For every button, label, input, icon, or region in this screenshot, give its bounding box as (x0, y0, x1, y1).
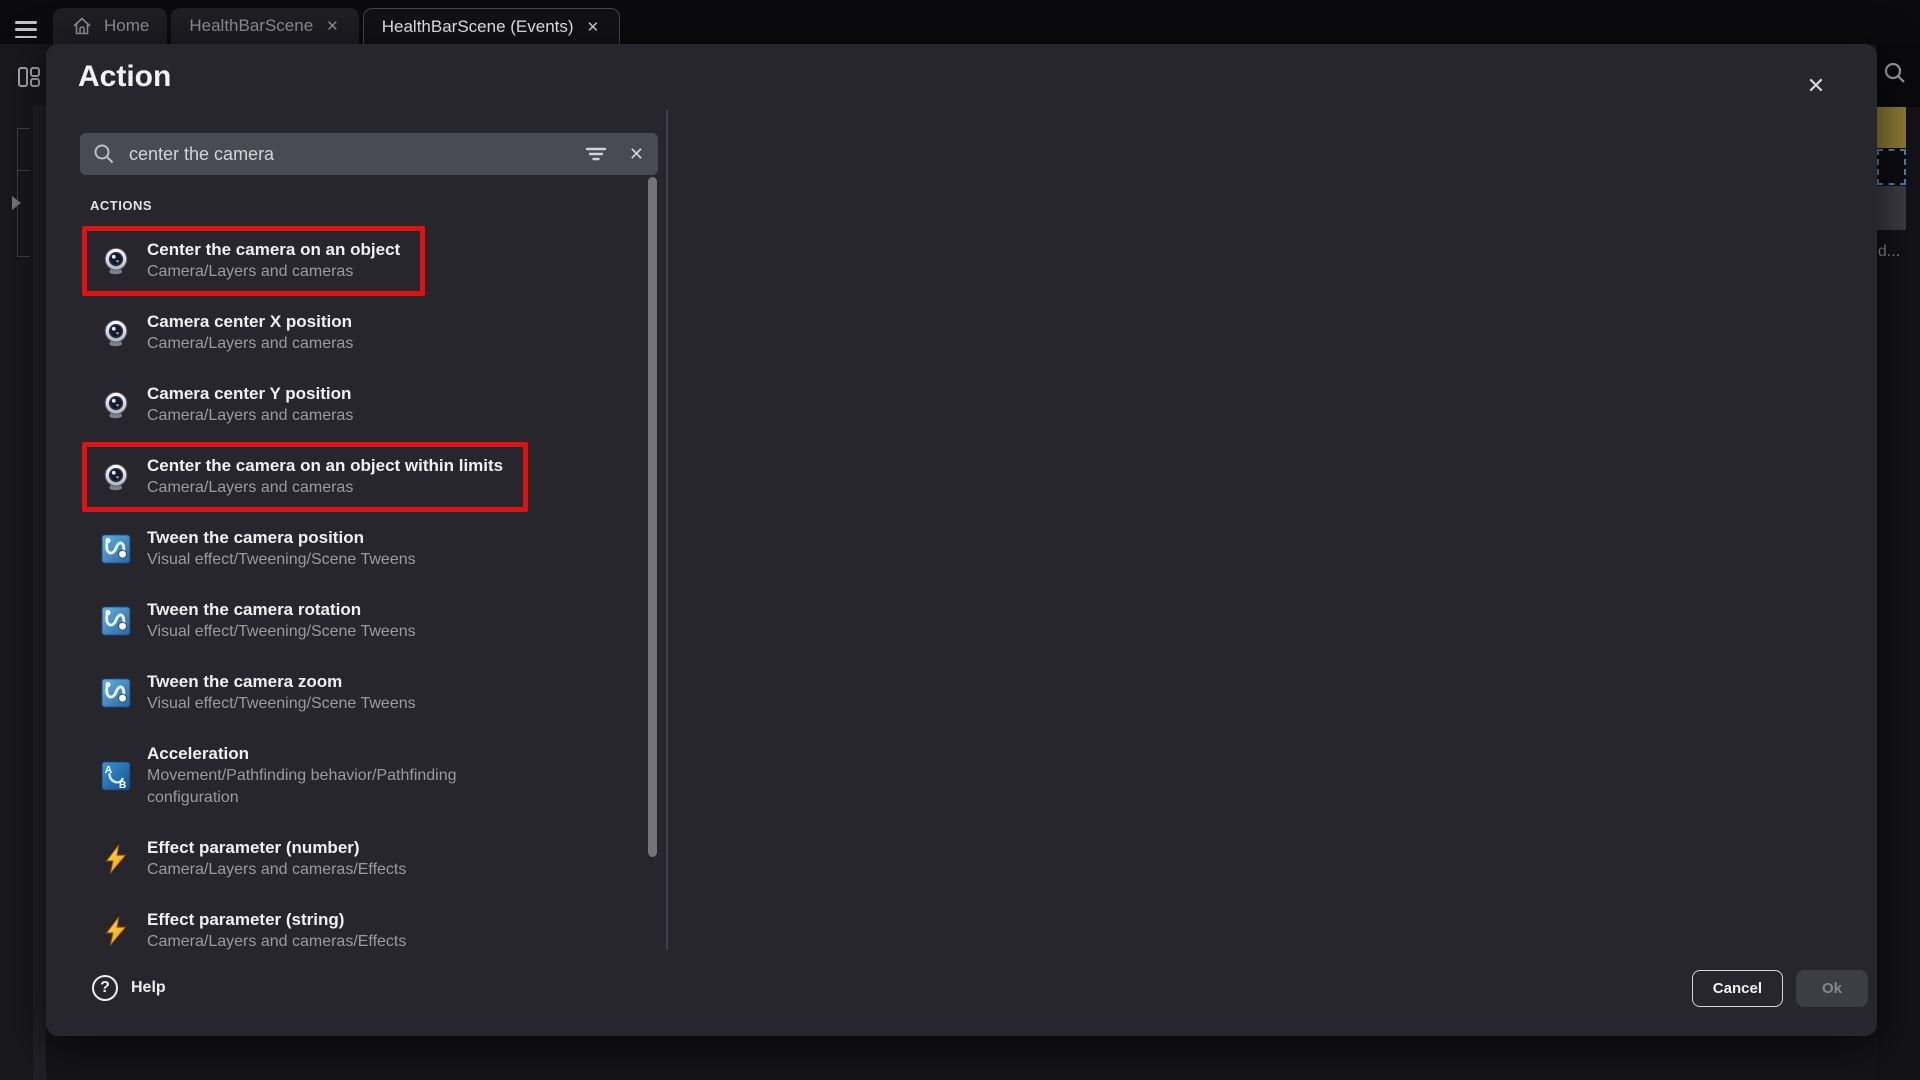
effect-icon (101, 916, 131, 946)
clear-search-icon[interactable]: ✕ (629, 144, 644, 165)
webcam-icon (101, 318, 131, 348)
action-item[interactable]: Tween the camera zoomVisual effect/Tween… (80, 658, 642, 728)
panels-icon[interactable] (16, 64, 42, 95)
action-item-title: Acceleration (147, 743, 545, 765)
action-item[interactable]: Tween the camera positionVisual effect/T… (80, 514, 642, 584)
event-tree-line (17, 128, 18, 257)
action-item-title: Center the camera on an object (147, 239, 400, 261)
help-icon: ? (92, 975, 118, 1001)
section-header: ACTIONS (90, 198, 642, 213)
action-item-subtitle: Camera/Layers and cameras (147, 477, 503, 499)
top-bar: HomeHealthBarScene✕HealthBarScene (Event… (0, 0, 1920, 44)
help-button[interactable]: ? Help (92, 975, 166, 1001)
tab-strip: HomeHealthBarScene✕HealthBarScene (Event… (53, 8, 624, 44)
action-item[interactable]: Effect parameter (number)Camera/Layers a… (80, 824, 642, 894)
action-item[interactable]: Camera center Y positionCamera/Layers an… (80, 370, 642, 440)
event-tree-tick (17, 256, 30, 257)
ok-button[interactable]: Ok (1796, 970, 1868, 1007)
action-item-title: Effect parameter (number) (147, 837, 406, 859)
action-item-title: Center the camera on an object within li… (147, 455, 503, 477)
tween-icon (101, 678, 131, 708)
action-item-subtitle: Visual effect/Tweening/Scene Tweens (147, 621, 416, 643)
selected-object-outline[interactable] (1877, 149, 1906, 185)
action-item-subtitle: Camera/Layers and cameras (147, 405, 353, 427)
events-panel-edge (33, 105, 46, 1080)
list-scrollbar[interactable] (648, 177, 657, 857)
action-item-subtitle: Camera/Layers and cameras (147, 261, 400, 283)
action-item-subtitle: Visual effect/Tweening/Scene Tweens (147, 549, 416, 571)
action-item-subtitle: Camera/Layers and cameras/Effects (147, 859, 406, 881)
action-item-title: Effect parameter (string) (147, 909, 406, 931)
close-icon[interactable]: ✕ (1798, 68, 1834, 104)
search-icon[interactable] (1882, 60, 1908, 91)
actions-list: ACTIONS Center the camera on an objectCa… (80, 190, 642, 950)
webcam-icon (101, 390, 131, 420)
action-item[interactable]: AB AccelerationMovement/Pathfinding behav… (80, 730, 642, 822)
action-item[interactable]: Center the camera on an objectCamera/Lay… (80, 226, 642, 296)
filter-icon[interactable] (584, 143, 608, 165)
tab-label: HealthBarScene (189, 16, 313, 36)
search-icon (92, 142, 116, 166)
webcam-icon (101, 462, 131, 492)
tab-label: HealthBarScene (Events) (382, 17, 574, 37)
webcam-icon (101, 246, 131, 276)
action-item[interactable]: Tween the camera rotationVisual effect/T… (80, 586, 642, 656)
dialog-footer: ? Help Cancel Ok (92, 960, 1868, 1016)
svg-text:B: B (119, 780, 126, 791)
hamburger-icon[interactable] (15, 21, 37, 38)
tab-label: Home (104, 16, 149, 36)
action-item-title: Tween the camera zoom (147, 671, 416, 693)
action-item-title: Tween the camera position (147, 527, 416, 549)
action-item-subtitle: Camera/Layers and cameras/Effects (147, 931, 406, 950)
action-item[interactable]: Effect parameter (string)Camera/Layers a… (80, 896, 642, 950)
search-bar: ✕ (80, 133, 658, 175)
action-item-subtitle: Camera/Layers and cameras (147, 333, 353, 355)
event-tree-tick (17, 128, 30, 129)
action-item-subtitle: Visual effect/Tweening/Scene Tweens (147, 693, 416, 715)
action-item-title: Tween the camera rotation (147, 599, 416, 621)
home-icon (71, 15, 93, 37)
object-thumbnail[interactable] (1877, 107, 1906, 148)
left-panel-edge (0, 44, 46, 1080)
tab-close-icon[interactable]: ✕ (585, 18, 602, 36)
action-item[interactable]: Camera center X positionCamera/Layers an… (80, 298, 642, 368)
dialog-title: Action (78, 60, 171, 94)
svg-text:A: A (105, 765, 113, 776)
action-item-subtitle: Movement/Pathfinding behavior/Pathfindin… (147, 765, 545, 809)
event-tree-tick (17, 170, 30, 171)
cancel-button[interactable]: Cancel (1692, 970, 1783, 1007)
tab-home[interactable]: Home (53, 8, 167, 44)
tab-healthbarscene-events[interactable]: HealthBarScene (Events) ✕ (363, 8, 620, 44)
action-dialog: Action ✕ ✕ ACTIONS Center the camera on … (46, 44, 1877, 1036)
effect-icon (101, 844, 131, 874)
tween-icon (101, 534, 131, 564)
right-panel-edge: dd... (1877, 44, 1920, 1080)
help-label: Help (131, 979, 166, 997)
tab-healthbarscene[interactable]: HealthBarScene ✕ (171, 8, 358, 44)
search-input[interactable] (129, 144, 584, 165)
tween-icon (101, 606, 131, 636)
expand-arrow-icon[interactable] (12, 196, 21, 210)
action-item-title: Camera center X position (147, 311, 353, 333)
pathfinding-icon: AB (101, 761, 131, 791)
panel-divider (666, 110, 668, 950)
action-item-title: Camera center Y position (147, 383, 353, 405)
action-item[interactable]: Center the camera on an object within li… (80, 442, 642, 512)
object-thumbnail[interactable] (1877, 186, 1906, 230)
tab-close-icon[interactable]: ✕ (324, 17, 341, 35)
